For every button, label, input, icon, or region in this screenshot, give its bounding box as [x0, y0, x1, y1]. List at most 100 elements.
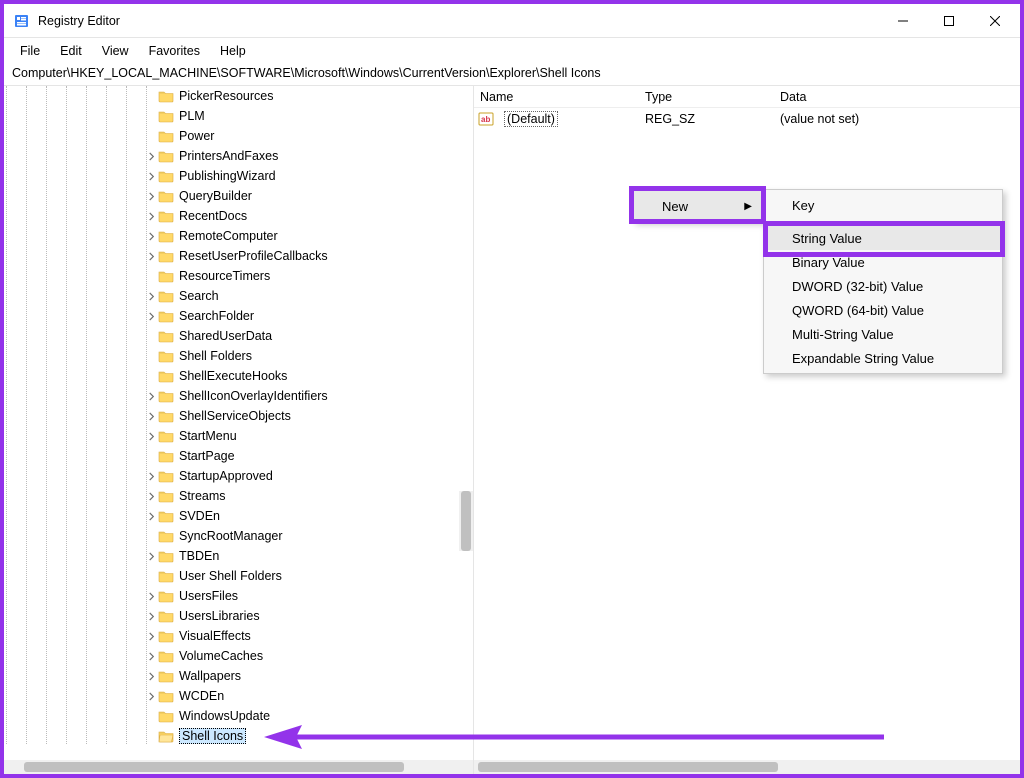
tree-node[interactable]: SyncRootManager: [144, 526, 328, 546]
folder-icon: [158, 729, 174, 743]
tree[interactable]: PickerResources PLM Power PrintersAndFaxes P…: [144, 86, 328, 746]
tree-node-label: PickerResources: [179, 89, 273, 103]
folder-icon: [158, 289, 174, 303]
minimize-button[interactable]: [880, 5, 926, 37]
list-horizontal-scrollbar[interactable]: [474, 760, 1020, 774]
chevron-right-icon[interactable]: [144, 386, 158, 406]
tree-node[interactable]: ResourceTimers: [144, 266, 328, 286]
chevron-right-icon[interactable]: [144, 146, 158, 166]
menu-view[interactable]: View: [92, 40, 139, 62]
menu-edit[interactable]: Edit: [50, 40, 92, 62]
tree-node-label: PrintersAndFaxes: [179, 149, 278, 163]
submenu-item[interactable]: QWORD (64-bit) Value: [764, 298, 1002, 322]
chevron-right-icon[interactable]: [144, 486, 158, 506]
chevron-right-icon[interactable]: [144, 626, 158, 646]
submenu-item[interactable]: Multi-String Value: [764, 322, 1002, 346]
chevron-right-icon[interactable]: [144, 666, 158, 686]
tree-node-label: Power: [179, 129, 214, 143]
tree-node[interactable]: User Shell Folders: [144, 566, 328, 586]
tree-vertical-scrollbar[interactable]: [459, 491, 473, 551]
tree-node[interactable]: ShellServiceObjects: [144, 406, 328, 426]
col-header-data[interactable]: Data: [774, 90, 1020, 104]
tree-node[interactable]: PrintersAndFaxes: [144, 146, 328, 166]
tree-node[interactable]: StartPage: [144, 446, 328, 466]
submenu-item[interactable]: Binary Value: [764, 250, 1002, 274]
tree-node[interactable]: VolumeCaches: [144, 646, 328, 666]
context-submenu[interactable]: Key String Value Binary ValueDWORD (32-bit…: [763, 189, 1003, 374]
tree-node[interactable]: VisualEffects: [144, 626, 328, 646]
chevron-right-icon[interactable]: [144, 586, 158, 606]
context-item-new[interactable]: New▶: [634, 191, 762, 221]
col-header-type[interactable]: Type: [639, 90, 774, 104]
tree-node[interactable]: UsersLibraries: [144, 606, 328, 626]
folder-icon: [158, 669, 174, 683]
tree-node[interactable]: Search: [144, 286, 328, 306]
submenu-item[interactable]: Expandable String Value: [764, 346, 1002, 370]
menu-help[interactable]: Help: [210, 40, 256, 62]
address-bar[interactable]: Computer\HKEY_LOCAL_MACHINE\SOFTWARE\Mic…: [4, 64, 1020, 86]
menu-favorites[interactable]: Favorites: [139, 40, 210, 62]
tree-node[interactable]: WindowsUpdate: [144, 706, 328, 726]
chevron-right-icon[interactable]: [144, 606, 158, 626]
chevron-right-icon[interactable]: [144, 686, 158, 706]
folder-icon: [158, 469, 174, 483]
chevron-right-icon[interactable]: [144, 166, 158, 186]
tree-node[interactable]: Streams: [144, 486, 328, 506]
chevron-right-icon[interactable]: [144, 286, 158, 306]
tree-node[interactable]: ShellIconOverlayIdentifiers: [144, 386, 328, 406]
tree-node[interactable]: StartMenu: [144, 426, 328, 446]
list-row[interactable]: ab (Default) REG_SZ (value not set): [474, 108, 1020, 130]
tree-node[interactable]: Shell Folders: [144, 346, 328, 366]
chevron-right-icon: [144, 346, 158, 366]
tree-node-label: ShellExecuteHooks: [179, 369, 287, 383]
tree-horizontal-scrollbar[interactable]: [4, 760, 473, 774]
tree-node[interactable]: PublishingWizard: [144, 166, 328, 186]
tree-node-label: TBDEn: [179, 549, 219, 563]
chevron-right-icon[interactable]: [144, 426, 158, 446]
tree-node[interactable]: TBDEn: [144, 546, 328, 566]
tree-node[interactable]: ResetUserProfileCallbacks: [144, 246, 328, 266]
chevron-right-icon[interactable]: [144, 206, 158, 226]
tree-node[interactable]: Wallpapers: [144, 666, 328, 686]
submenu-item-label: String Value: [792, 231, 862, 246]
tree-node-label: Wallpapers: [179, 669, 241, 683]
tree-node[interactable]: Shell Icons: [144, 726, 328, 746]
chevron-right-icon[interactable]: [144, 246, 158, 266]
tree-node[interactable]: UsersFiles: [144, 586, 328, 606]
tree-node[interactable]: RemoteComputer: [144, 226, 328, 246]
chevron-right-icon[interactable]: [144, 646, 158, 666]
tree-node[interactable]: PLM: [144, 106, 328, 126]
folder-icon: [158, 329, 174, 343]
close-button[interactable]: [972, 5, 1018, 37]
tree-node[interactable]: QueryBuilder: [144, 186, 328, 206]
maximize-button[interactable]: [926, 5, 972, 37]
folder-icon: [158, 209, 174, 223]
tree-node[interactable]: StartupApproved: [144, 466, 328, 486]
tree-node[interactable]: ShellExecuteHooks: [144, 366, 328, 386]
context-item-label: New: [662, 199, 688, 214]
tree-node[interactable]: SVDEn: [144, 506, 328, 526]
tree-node-label: Shell Icons: [179, 728, 246, 744]
chevron-right-icon[interactable]: [144, 186, 158, 206]
tree-node[interactable]: SharedUserData: [144, 326, 328, 346]
context-menu[interactable]: New▶: [633, 190, 763, 222]
svg-text:ab: ab: [481, 115, 490, 124]
chevron-right-icon: [144, 326, 158, 346]
tree-node[interactable]: RecentDocs: [144, 206, 328, 226]
folder-icon: [158, 389, 174, 403]
menu-file[interactable]: File: [10, 40, 50, 62]
submenu-item[interactable]: DWORD (32-bit) Value: [764, 274, 1002, 298]
tree-node[interactable]: WCDEn: [144, 686, 328, 706]
chevron-right-icon[interactable]: [144, 226, 158, 246]
chevron-right-icon[interactable]: [144, 406, 158, 426]
tree-node[interactable]: Power: [144, 126, 328, 146]
tree-node[interactable]: SearchFolder: [144, 306, 328, 326]
submenu-item[interactable]: String Value: [764, 226, 1002, 250]
submenu-item[interactable]: Key: [764, 193, 1002, 217]
chevron-right-icon[interactable]: [144, 546, 158, 566]
chevron-right-icon[interactable]: [144, 506, 158, 526]
chevron-right-icon[interactable]: [144, 466, 158, 486]
col-header-name[interactable]: Name: [474, 90, 639, 104]
tree-node[interactable]: PickerResources: [144, 86, 328, 106]
chevron-right-icon[interactable]: [144, 306, 158, 326]
